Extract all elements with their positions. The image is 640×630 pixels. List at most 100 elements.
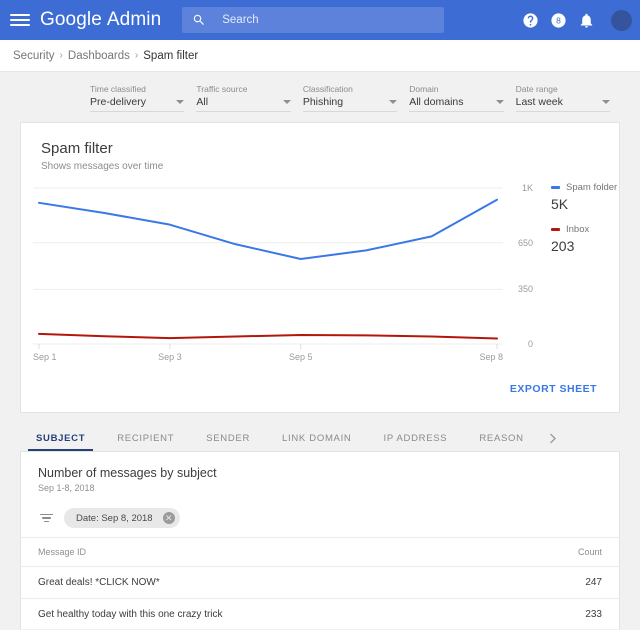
filter-traffic-source-value: All: [196, 96, 208, 108]
avatar[interactable]: [611, 10, 632, 31]
svg-text:8: 8: [556, 15, 561, 25]
filter-date-range[interactable]: Date range Last week: [516, 84, 610, 112]
x-axis-tick-label: Sep 3: [158, 352, 182, 362]
legend-swatch-inbox: [551, 228, 560, 231]
export-sheet-button[interactable]: EXPORT SHEET: [504, 378, 603, 400]
messages-table: Message ID Count Great deals! *CLICK NOW…: [21, 538, 619, 629]
table-row[interactable]: Get healthy today with this one crazy tr…: [21, 599, 619, 630]
tab-recipient[interactable]: RECIPIENT: [101, 425, 190, 451]
breadcrumb: Security › Dashboards › Spam filter: [0, 40, 640, 72]
brand-google-label: Google: [40, 9, 102, 31]
tab-ip-address[interactable]: IP ADDRESS: [368, 425, 464, 451]
chart-card-actions: EXPORT SHEET: [21, 370, 619, 412]
tab-sender[interactable]: SENDER: [190, 425, 266, 451]
legend-item-inbox[interactable]: Inbox 203: [551, 224, 617, 254]
search-box[interactable]: [182, 7, 444, 33]
filter-icon[interactable]: [38, 511, 54, 525]
filter-date-range-value: Last week: [516, 96, 563, 108]
spam-filter-chart-card: Spam filter Shows messages over time 0 35…: [20, 122, 620, 413]
search-input[interactable]: [222, 14, 434, 26]
table-title: Number of messages by subject: [38, 466, 602, 480]
filter-domain-label: Domain: [409, 84, 503, 94]
y-axis-labels: 0 350 650 1K: [505, 180, 537, 350]
chevron-down-icon[interactable]: [283, 100, 291, 104]
messages-table-card: Number of messages by subject Sep 1-8, 2…: [20, 451, 620, 629]
breadcrumb-separator: ›: [60, 50, 63, 61]
chart-series-line-spam-folder: [39, 200, 497, 259]
x-axis-tick-label: Sep 5: [289, 352, 313, 362]
legend-item-spam-folder[interactable]: Spam folder 5K: [551, 182, 617, 212]
breadcrumb-item-dashboards[interactable]: Dashboards: [68, 50, 130, 62]
filter-date-range-label: Date range: [516, 84, 610, 94]
cell-count: 233: [530, 599, 619, 630]
hamburger-icon[interactable]: [10, 10, 30, 30]
chart-legend: Spam folder 5K Inbox 203: [551, 180, 617, 350]
column-header-message-id[interactable]: Message ID: [21, 538, 530, 567]
table-card-header: Number of messages by subject Sep 1-8, 2…: [21, 452, 619, 493]
chevron-right-icon[interactable]: [540, 425, 566, 451]
help-icon[interactable]: [522, 12, 539, 29]
chart-svg: [33, 180, 503, 350]
bell-icon[interactable]: [578, 12, 595, 29]
x-axis-tick-label: Sep 8: [479, 352, 503, 362]
y-axis-tick-label: 350: [518, 284, 533, 294]
filter-chip-row: Date: Sep 8, 2018 ✕: [21, 499, 619, 538]
column-header-count[interactable]: Count: [530, 538, 619, 567]
chevron-down-icon[interactable]: [389, 100, 397, 104]
brand-logo[interactable]: Google Admin: [40, 9, 161, 31]
breadcrumb-separator: ›: [135, 50, 138, 61]
filter-domain[interactable]: Domain All domains: [409, 84, 503, 112]
filter-time-classified-label: Time classified: [90, 84, 184, 94]
y-axis-tick-label: 1K: [522, 183, 533, 193]
y-axis-tick-label: 650: [518, 238, 533, 248]
report-tabs: SUBJECT RECIPIENT SENDER LINK DOMAIN IP …: [20, 425, 620, 451]
line-chart-plot: [33, 180, 503, 350]
x-axis-labels: Sep 1 Sep 3 Sep 5 Sep 8: [33, 350, 503, 370]
y-axis-tick-label: 0: [528, 339, 533, 349]
tab-link-domain[interactable]: LINK DOMAIN: [266, 425, 367, 451]
page-body: Time classified Pre-delivery Traffic sou…: [0, 72, 640, 629]
filter-classification-value: Phishing: [303, 96, 343, 108]
app-bar-actions: 8: [522, 0, 632, 40]
legend-label-inbox: Inbox: [566, 224, 589, 235]
cell-count: 247: [530, 567, 619, 599]
legend-value-inbox: 203: [551, 238, 617, 254]
filter-chip-date[interactable]: Date: Sep 8, 2018 ✕: [64, 508, 180, 528]
table-row[interactable]: Great deals! *CLICK NOW* 247: [21, 567, 619, 599]
chevron-down-icon[interactable]: [602, 100, 610, 104]
table-header: Message ID Count: [21, 538, 619, 567]
filter-classification[interactable]: Classification Phishing: [303, 84, 397, 112]
filter-bar: Time classified Pre-delivery Traffic sou…: [0, 72, 640, 122]
chart-subtitle: Shows messages over time: [41, 161, 599, 172]
legend-swatch-spam-folder: [551, 186, 560, 189]
search-icon: [192, 13, 206, 27]
filter-chip-date-label: Date: Sep 8, 2018: [76, 513, 153, 524]
filter-traffic-source-label: Traffic source: [196, 84, 290, 94]
table-subtitle: Sep 1-8, 2018: [38, 483, 602, 493]
page-title: Spam filter: [41, 140, 599, 157]
chevron-down-icon[interactable]: [176, 100, 184, 104]
breadcrumb-item-security[interactable]: Security: [13, 50, 55, 62]
filter-time-classified-value: Pre-delivery: [90, 96, 146, 108]
legend-label-spam-folder: Spam folder: [566, 182, 617, 193]
info-badge-icon[interactable]: 8: [550, 12, 567, 29]
chevron-down-icon[interactable]: [496, 100, 504, 104]
legend-value-spam-folder: 5K: [551, 196, 617, 212]
brand-admin-label: Admin: [107, 9, 161, 31]
tab-subject[interactable]: SUBJECT: [20, 425, 101, 451]
cell-message-id: Get healthy today with this one crazy tr…: [21, 599, 530, 630]
table-header-row: Message ID Count: [21, 538, 619, 567]
chart-series-line-inbox: [39, 334, 497, 339]
x-axis-tick-label: Sep 1: [33, 352, 57, 362]
cell-message-id: Great deals! *CLICK NOW*: [21, 567, 530, 599]
tab-reason[interactable]: REASON: [463, 425, 539, 451]
filter-time-classified[interactable]: Time classified Pre-delivery: [90, 84, 184, 112]
close-icon[interactable]: ✕: [163, 512, 175, 524]
breadcrumb-item-spam-filter: Spam filter: [143, 50, 198, 62]
chart-area: 0 350 650 1K Spam folder 5K Inbox 203: [21, 172, 619, 350]
filter-traffic-source[interactable]: Traffic source All: [196, 84, 290, 112]
filter-domain-value: All domains: [409, 96, 463, 108]
filter-classification-label: Classification: [303, 84, 397, 94]
chart-card-header: Spam filter Shows messages over time: [21, 123, 619, 172]
app-bar: Google Admin 8: [0, 0, 640, 40]
